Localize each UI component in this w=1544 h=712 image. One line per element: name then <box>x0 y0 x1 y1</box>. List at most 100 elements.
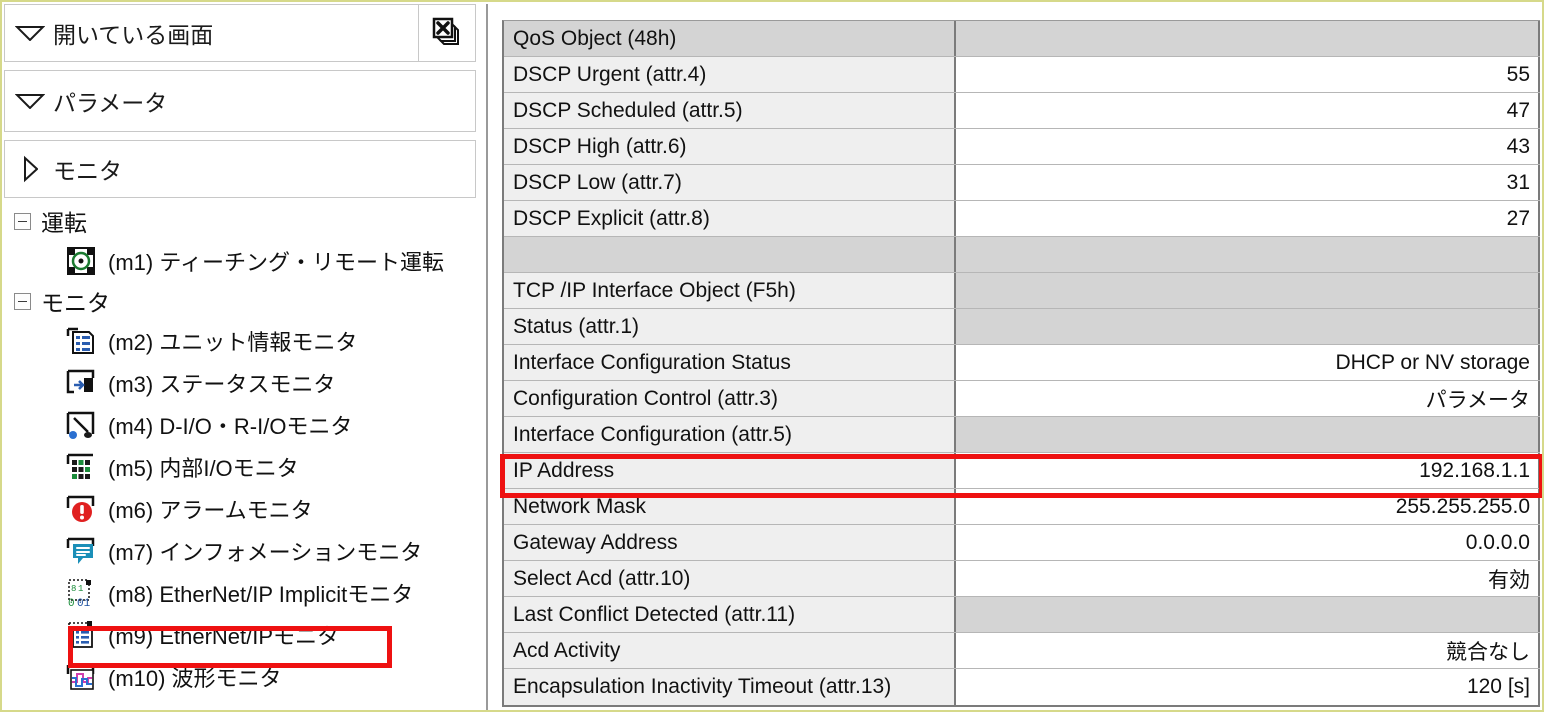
tree-item-m2-label: (m2) ユニット情報モニタ <box>108 330 358 355</box>
ethernetip-monitor-icon <box>66 620 96 650</box>
table-row[interactable]: Acd Activity 競合なし <box>504 633 1540 669</box>
table-row[interactable]: TCP /IP Interface Object (F5h) <box>504 273 1540 309</box>
tree-item-m8[interactable]: 81 0 01 (m8) EtherNet/IP Implicitモニタ <box>14 572 480 614</box>
table-cell-value <box>956 273 1540 308</box>
table-cell-value <box>956 417 1540 452</box>
close-all-windows-icon <box>430 14 464 53</box>
alarm-monitor-icon <box>66 494 96 524</box>
attribute-table: QoS Object (48h) DSCP Urgent (attr.4) 55 DS… <box>502 20 1540 707</box>
table-cell-name: Gateway Address <box>504 525 956 560</box>
table-cell-value: 競合なし <box>956 633 1540 668</box>
table-cell-value: 有効 <box>956 561 1540 596</box>
close-all-windows-button[interactable] <box>418 5 475 61</box>
table-row[interactable]: DSCP Scheduled (attr.5) 47 <box>504 93 1540 129</box>
tree-item-m2[interactable]: (m2) ユニット情報モニタ <box>14 320 480 362</box>
tree-item-m6[interactable]: (m6) アラームモニタ <box>14 488 480 530</box>
teaching-remote-operation-icon <box>66 246 96 276</box>
tree-item-m10[interactable]: (m10) 波形モニタ <box>14 656 480 698</box>
monitor-tree: 運転 (m1) ティーチング・リモート運転 モニタ (m2) ユニット情報モニタ… <box>2 202 480 698</box>
table-cell-name: Select Acd (attr.10) <box>504 561 956 596</box>
table-cell-name: DSCP Urgent (attr.4) <box>504 57 956 92</box>
table-row[interactable]: Network Mask 255.255.255.0 <box>504 489 1540 525</box>
table-cell-name: IP Address <box>504 453 956 488</box>
table-cell-name: Acd Activity <box>504 633 956 668</box>
table-row[interactable]: Encapsulation Inactivity Timeout (attr.1… <box>504 669 1540 705</box>
tree-item-m8-label: (m8) EtherNet/IP Implicitモニタ <box>108 582 414 607</box>
table-row[interactable]: DSCP High (attr.6) 43 <box>504 129 1540 165</box>
sidebar-section-parameters[interactable]: パラメータ <box>4 70 476 132</box>
chevron-down-icon <box>15 25 45 41</box>
table-row[interactable]: DSCP Urgent (attr.4) 55 <box>504 57 1540 93</box>
sidebar-section-monitor-label: モニタ <box>53 158 122 184</box>
table-cell-name: DSCP Explicit (attr.8) <box>504 201 956 236</box>
chevron-down-icon <box>15 93 45 109</box>
tree-item-m3[interactable]: (m3) ステータスモニタ <box>14 362 480 404</box>
minus-box-icon[interactable] <box>14 212 31 230</box>
table-cell-name: Status (attr.1) <box>504 309 956 344</box>
tree-group-operation-label: 運転 <box>41 210 87 236</box>
table-cell-name: TCP /IP Interface Object (F5h) <box>504 273 956 308</box>
tree-item-m4-label: (m4) D-I/O・R-I/Oモニタ <box>108 414 353 439</box>
tree-item-m9[interactable]: (m9) EtherNet/IPモニタ <box>14 614 480 656</box>
table-cell-value: 43 <box>956 129 1540 164</box>
table-cell-value: 192.168.1.1 <box>956 453 1540 488</box>
dio-rio-monitor-icon <box>66 410 96 440</box>
tree-item-m5[interactable]: (m5) 内部I/Oモニタ <box>14 446 480 488</box>
panel-divider[interactable] <box>486 4 488 710</box>
tree-item-m5-label: (m5) 内部I/Oモニタ <box>108 456 299 481</box>
table-row[interactable]: QoS Object (48h) <box>504 21 1540 57</box>
table-row[interactable]: Configuration Control (attr.3) パラメータ <box>504 381 1540 417</box>
table-cell-name: DSCP Scheduled (attr.5) <box>504 93 956 128</box>
table-row[interactable]: DSCP Low (attr.7) 31 <box>504 165 1540 201</box>
table-cell-value: 27 <box>956 201 1540 236</box>
table-cell-value <box>956 21 1540 56</box>
application-window: 開いている画面 パラメータ モニタ 運転 (m1) ティーチング・リモート運転 … <box>0 0 1544 712</box>
ethernetip-monitor-panel: QoS Object (48h) DSCP Urgent (attr.4) 55 DS… <box>494 2 1542 710</box>
sidebar-section-monitor[interactable]: モニタ <box>4 140 476 198</box>
svg-text:8: 8 <box>71 584 76 594</box>
sidebar-section-open-screens[interactable]: 開いている画面 <box>4 4 476 62</box>
status-monitor-icon <box>66 368 96 398</box>
table-cell-name <box>504 237 956 272</box>
waveform-monitor-icon <box>66 662 96 692</box>
information-monitor-icon <box>66 536 96 566</box>
table-row[interactable]: Interface Configuration (attr.5) <box>504 417 1540 453</box>
table-row[interactable]: IP Address 192.168.1.1 <box>504 453 1540 489</box>
table-row[interactable]: Gateway Address 0.0.0.0 <box>504 525 1540 561</box>
table-row[interactable] <box>504 237 1540 273</box>
tree-item-m4[interactable]: (m4) D-I/O・R-I/Oモニタ <box>14 404 480 446</box>
tree-item-m10-label: (m10) 波形モニタ <box>108 666 282 691</box>
sidebar-section-open-screens-label: 開いている画面 <box>53 22 214 48</box>
table-row[interactable]: Status (attr.1) <box>504 309 1540 345</box>
table-cell-name: QoS Object (48h) <box>504 21 956 56</box>
table-cell-value: パラメータ <box>956 381 1540 416</box>
table-cell-name: DSCP High (attr.6) <box>504 129 956 164</box>
table-cell-value: 0.0.0.0 <box>956 525 1540 560</box>
table-cell-value <box>956 597 1540 632</box>
navigation-sidebar: 開いている画面 パラメータ モニタ 運転 (m1) ティーチング・リモート運転 … <box>2 2 480 710</box>
sidebar-section-parameters-label: パラメータ <box>53 90 168 116</box>
table-row[interactable]: Select Acd (attr.10) 有効 <box>504 561 1540 597</box>
table-cell-value <box>956 237 1540 272</box>
tree-item-m6-label: (m6) アラームモニタ <box>108 498 313 523</box>
table-cell-name: Configuration Control (attr.3) <box>504 381 956 416</box>
table-row[interactable]: DSCP Explicit (attr.8) 27 <box>504 201 1540 237</box>
tree-item-m7[interactable]: (m7) インフォメーションモニタ <box>14 530 480 572</box>
table-cell-name: Interface Configuration (attr.5) <box>504 417 956 452</box>
minus-box-icon[interactable] <box>14 292 31 310</box>
tree-group-monitor[interactable]: モニタ <box>14 282 480 320</box>
ethernetip-implicit-monitor-icon: 81 0 01 <box>66 578 96 610</box>
tree-item-m9-label: (m9) EtherNet/IPモニタ <box>108 624 340 649</box>
table-cell-name: Interface Configuration Status <box>504 345 956 380</box>
tree-group-monitor-label: モニタ <box>41 290 110 316</box>
table-row[interactable]: Interface Configuration Status DHCP or NV… <box>504 345 1540 381</box>
tree-item-m7-label: (m7) インフォメーションモニタ <box>108 540 423 565</box>
tree-group-operation[interactable]: 運転 <box>14 202 480 240</box>
table-cell-value: 31 <box>956 165 1540 200</box>
table-cell-value: DHCP or NV storage <box>956 345 1540 380</box>
table-cell-value: 255.255.255.0 <box>956 489 1540 524</box>
table-row[interactable]: Last Conflict Detected (attr.11) <box>504 597 1540 633</box>
table-cell-name: Last Conflict Detected (attr.11) <box>504 597 956 632</box>
tree-item-m1[interactable]: (m1) ティーチング・リモート運転 <box>14 240 480 282</box>
unit-info-monitor-icon <box>66 326 96 356</box>
